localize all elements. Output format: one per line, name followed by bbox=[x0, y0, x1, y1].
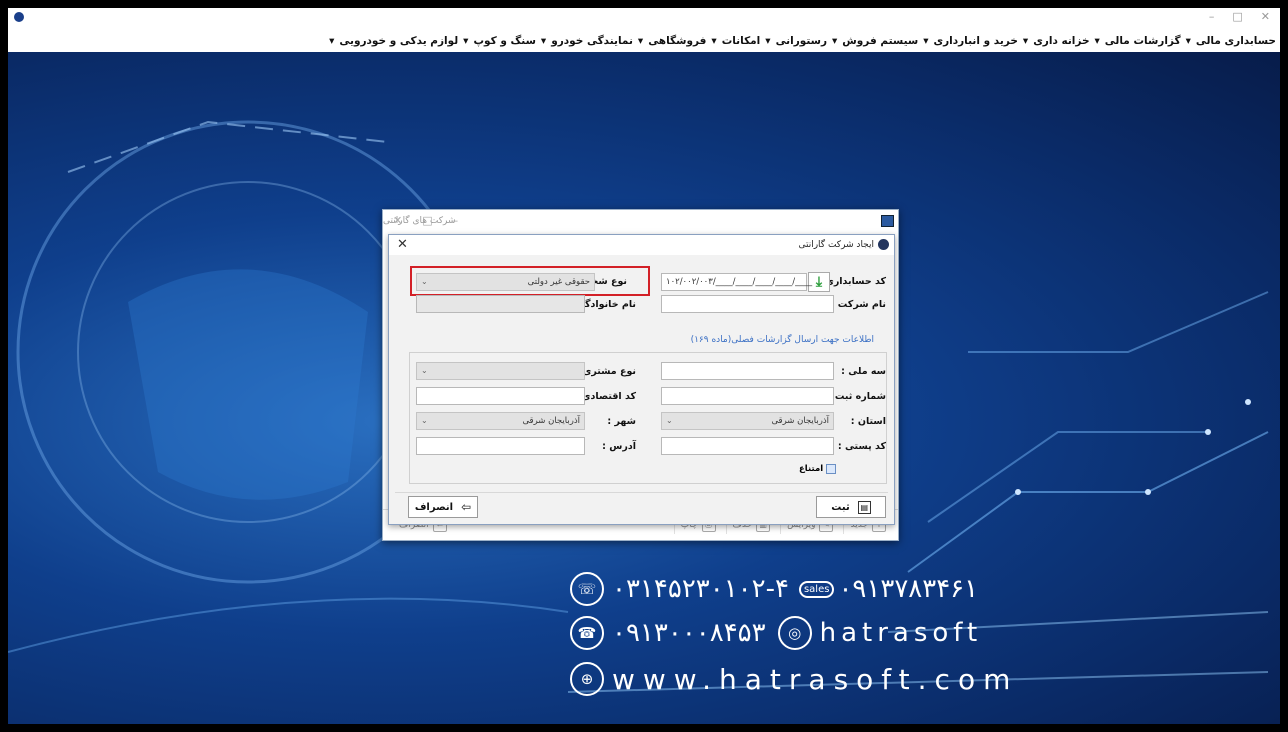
parent-maximize-icon[interactable]: □ bbox=[422, 214, 432, 227]
website-url: www.hatrasoft.com bbox=[612, 662, 1019, 696]
national-id-input[interactable] bbox=[661, 362, 834, 380]
instagram-handle: hatrasoft bbox=[819, 618, 983, 648]
economic-code-input[interactable] bbox=[416, 387, 585, 405]
divider bbox=[395, 492, 888, 493]
province-select[interactable]: آذربایجان شرقی ⌄ bbox=[661, 412, 834, 430]
menu-item-spare-parts[interactable]: لوازم یدکی و خودرویی bbox=[339, 35, 458, 47]
section-title: اطلاعات جهت ارسال گزارشات فصلی(ماده ۱۶۹) bbox=[690, 335, 874, 345]
save-icon: ▤ bbox=[857, 500, 871, 514]
menu-item-financial-reports[interactable]: گزارشات مالی bbox=[1105, 35, 1181, 47]
globe-icon: ⊕ bbox=[570, 662, 604, 696]
maximize-button[interactable]: □ bbox=[1232, 10, 1242, 23]
close-button[interactable]: ✕ bbox=[1261, 10, 1270, 23]
sales-badge: sales bbox=[798, 580, 835, 598]
checkbox-box[interactable] bbox=[826, 464, 837, 474]
phone-icon: ☏ bbox=[570, 572, 604, 606]
save-label: ثبت bbox=[831, 501, 850, 513]
city-value: آذربایجان شرقی bbox=[522, 416, 580, 426]
parent-window-title-bar: شرکت های گارانتی ✕ □ – bbox=[383, 210, 898, 232]
minimize-button[interactable]: – bbox=[1209, 10, 1215, 23]
app-logo-icon bbox=[14, 12, 24, 22]
menu-item-car-dealer[interactable]: نمایندگی خودرو bbox=[551, 35, 633, 47]
family-name-input[interactable] bbox=[416, 295, 585, 313]
menu-item-treasury[interactable]: خزانه داری bbox=[1033, 35, 1089, 47]
save-button[interactable]: ▤ ثبت bbox=[816, 496, 886, 518]
parent-close-icon[interactable]: ✕ bbox=[393, 214, 402, 227]
phone-number-sales: ۰۹۱۳۷۸۳۴۶۱ bbox=[838, 574, 979, 604]
company-name-label: نام شرکت : bbox=[830, 299, 886, 310]
registration-number-input[interactable] bbox=[661, 387, 834, 405]
phone-number-office: ۰۳۱۴۵۲۳۰۱۰۲-۴ bbox=[612, 574, 789, 604]
chevron-down-icon: ⌄ bbox=[421, 366, 428, 375]
dialog-close-icon[interactable]: ✕ bbox=[397, 237, 408, 252]
menu-item-stone-cope[interactable]: سنگ و کوپ bbox=[473, 35, 535, 47]
cancel-button[interactable]: ⇦ انصراف bbox=[408, 496, 478, 518]
menu-item-features[interactable]: امکانات bbox=[722, 35, 761, 47]
highlight-box bbox=[410, 266, 650, 296]
national-id-label: سه ملی : bbox=[841, 366, 886, 377]
instagram-icon: ◎ bbox=[777, 616, 812, 650]
cancel-label: انصراف bbox=[414, 501, 454, 513]
refrain-label: امتناع bbox=[799, 464, 824, 474]
main-menu-bar: حسابداری مالی ▾ گزارشات مالی ▾ خزانه داری ▾… bbox=[8, 30, 1280, 52]
menu-item-purchase-warehouse[interactable]: خرید و انبارداری bbox=[933, 35, 1017, 47]
postal-code-input[interactable] bbox=[661, 437, 834, 455]
refrain-checkbox[interactable]: امتناع bbox=[799, 464, 837, 474]
company-name-input[interactable] bbox=[661, 295, 834, 313]
back-arrow-icon: ⇦ bbox=[461, 500, 472, 514]
menu-item-accounting[interactable]: حسابداری مالی bbox=[1196, 35, 1276, 47]
menu-item-sales-system[interactable]: سیستم فروش bbox=[842, 35, 918, 47]
title-bar: – □ ✕ bbox=[8, 8, 1280, 30]
postal-code-label: کد پستی : bbox=[837, 441, 886, 452]
city-label: شهر : bbox=[607, 416, 636, 427]
menu-item-restaurant[interactable]: رستورانی bbox=[776, 35, 827, 47]
chevron-down-icon: ⌄ bbox=[666, 416, 673, 425]
province-label: استان : bbox=[850, 416, 886, 427]
registration-number-label: شماره ثبت : bbox=[827, 391, 886, 402]
province-value: آذربایجان شرقی bbox=[771, 416, 829, 426]
chevron-down-icon: ⌄ bbox=[421, 416, 428, 425]
parent-minimize-icon[interactable]: – bbox=[453, 214, 459, 227]
address-label: آدرس : bbox=[602, 441, 636, 452]
dialog-title-bar: ایجاد شرکت گارانتی ✕ bbox=[389, 235, 894, 255]
support-icon: ☎ bbox=[570, 616, 604, 650]
phone-number-support: ۰۹۱۳۰۰۰۸۴۵۳ bbox=[612, 618, 766, 648]
account-code-input[interactable]: ۱۰۲/۰۰۲/۰۰۳/____/____/____/____/____ bbox=[661, 273, 812, 291]
dialog-icon bbox=[878, 239, 889, 250]
customer-type-select[interactable]: ⌄ bbox=[416, 362, 585, 380]
address-input[interactable] bbox=[416, 437, 585, 455]
city-select[interactable]: آذربایجان شرقی ⌄ bbox=[416, 412, 585, 430]
create-warranty-company-dialog: ایجاد شرکت گارانتی ✕ کد حسابداری : ⤓ ۱۰۲… bbox=[388, 234, 895, 525]
window-icon bbox=[881, 215, 894, 227]
dialog-title: ایجاد شرکت گارانتی bbox=[798, 240, 874, 250]
menu-item-store[interactable]: فروشگاهی bbox=[648, 35, 706, 47]
